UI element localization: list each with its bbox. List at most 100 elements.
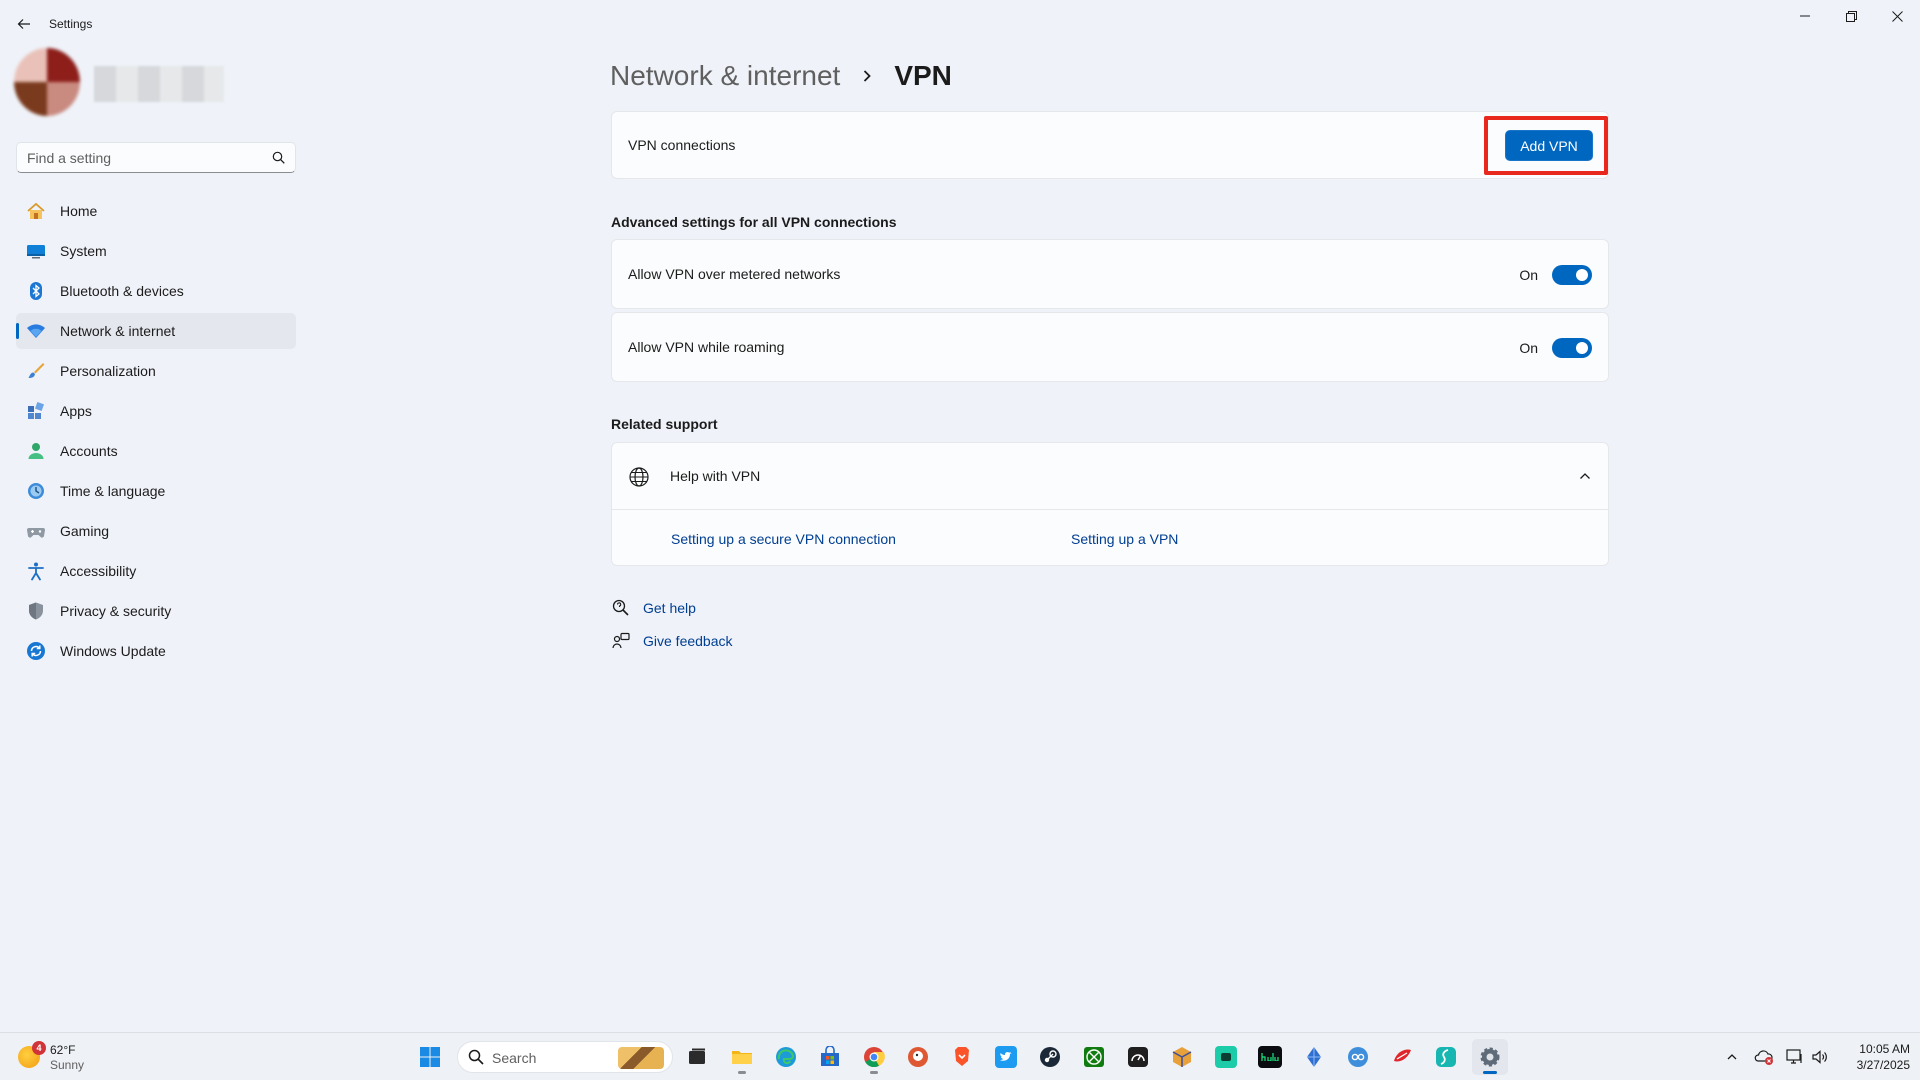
- task-view-icon: [689, 1048, 705, 1064]
- privacy-security-icon: [26, 601, 46, 621]
- give-feedback-link[interactable]: Give feedback: [611, 631, 733, 651]
- chevron-up-icon[interactable]: [1578, 469, 1592, 483]
- start-button[interactable]: [412, 1039, 448, 1075]
- roaming-toggle-group: On: [1519, 338, 1592, 358]
- taskbar-clock[interactable]: 10:05 AM 3/27/2025: [1838, 1041, 1910, 1073]
- sidebar-item-accessibility[interactable]: Accessibility: [16, 553, 296, 589]
- sidebar-item-label: Accounts: [60, 443, 118, 459]
- metered-networks-row: Allow VPN over metered networks On: [611, 239, 1609, 309]
- store-icon: [821, 1046, 839, 1066]
- brave-icon: [955, 1047, 969, 1066]
- sidebar-item-privacy-security[interactable]: Privacy & security: [16, 593, 296, 629]
- page-title: VPN: [894, 60, 952, 91]
- sidebar-item-label: Privacy & security: [60, 603, 172, 619]
- folder-icon: [732, 1051, 752, 1064]
- tray-network[interactable]: [1783, 1045, 1807, 1069]
- sidebar-item-network-internet[interactable]: Network & internet: [16, 313, 296, 349]
- taskbar-speedometer-app[interactable]: [1120, 1039, 1156, 1075]
- taskbar-surfshark[interactable]: [1428, 1039, 1464, 1075]
- toggle-knob: [1576, 269, 1588, 281]
- sidebar-item-label: Gaming: [60, 523, 110, 539]
- link-setting-up-vpn[interactable]: Setting up a VPN: [1071, 531, 1178, 547]
- sidebar-item-accounts[interactable]: Accounts: [16, 433, 296, 469]
- back-arrow-icon: [17, 19, 30, 29]
- taskbar-red-app[interactable]: [1384, 1039, 1420, 1075]
- sidebar-item-gaming[interactable]: Gaming: [16, 513, 296, 549]
- taskbar-store[interactable]: [812, 1039, 848, 1075]
- metered-toggle-state: On: [1519, 267, 1538, 283]
- sidebar-item-bluetooth-devices[interactable]: Bluetooth & devices: [16, 273, 296, 309]
- back-button[interactable]: [12, 12, 36, 36]
- settings-search[interactable]: [16, 142, 296, 173]
- minimize-icon: [1800, 15, 1810, 17]
- system-icon: [26, 241, 46, 261]
- sidebar-item-system[interactable]: System: [16, 233, 296, 269]
- sidebar-item-label: Accessibility: [60, 563, 137, 579]
- red-app-icon: [1394, 1049, 1411, 1062]
- get-help-icon: [611, 598, 631, 618]
- taskbar-chrome[interactable]: [856, 1039, 892, 1075]
- taskbar-cube-app[interactable]: [1164, 1039, 1200, 1075]
- breadcrumb: Network & internet VPN: [610, 56, 952, 96]
- add-vpn-button[interactable]: Add VPN: [1505, 130, 1593, 161]
- taskbar-diamond-app[interactable]: [1296, 1039, 1332, 1075]
- search-input[interactable]: [27, 148, 257, 168]
- taskbar-brave[interactable]: [944, 1039, 980, 1075]
- sidebar-item-time-language[interactable]: Time & language: [16, 473, 296, 509]
- speedometer-icon: [1128, 1047, 1148, 1067]
- give-feedback-label: Give feedback: [643, 633, 733, 649]
- chrome-icon: [864, 1047, 885, 1068]
- sidebar-item-personalization[interactable]: Personalization: [16, 353, 296, 389]
- taskbar-hulu[interactable]: [1252, 1039, 1288, 1075]
- tray-cloud-status[interactable]: [1752, 1045, 1776, 1069]
- cloud-alert-icon: [1754, 1050, 1773, 1065]
- taskbar-duckduckgo[interactable]: [900, 1039, 936, 1075]
- taskbar-green-app[interactable]: [1208, 1039, 1244, 1075]
- speaker-icon: [1812, 1050, 1827, 1064]
- title-bar: Settings: [0, 0, 1920, 48]
- restore-button[interactable]: [1828, 0, 1874, 32]
- sidebar-item-home[interactable]: Home: [16, 193, 296, 229]
- xbox-icon: [1084, 1047, 1104, 1067]
- weather-condition: Sunny: [50, 1058, 85, 1072]
- tray-volume[interactable]: [1808, 1045, 1832, 1069]
- get-help-label: Get help: [643, 600, 696, 616]
- taskbar-qbittorrent[interactable]: [1340, 1039, 1376, 1075]
- windows-logo-icon: [420, 1047, 440, 1067]
- close-icon: [1891, 10, 1903, 22]
- sidebar-nav: Home System Bluetooth & devices Network …: [16, 193, 296, 673]
- roaming-toggle[interactable]: [1552, 338, 1592, 358]
- surfshark-icon: [1436, 1047, 1456, 1067]
- windows-update-icon: [26, 641, 46, 661]
- close-button[interactable]: [1874, 0, 1920, 32]
- accounts-icon: [26, 441, 46, 461]
- vpn-connections-label: VPN connections: [628, 137, 736, 153]
- weather-widget[interactable]: 4 62°F Sunny: [18, 1041, 128, 1073]
- sidebar-item-apps[interactable]: Apps: [16, 393, 296, 429]
- diamond-icon: [1307, 1047, 1321, 1067]
- user-profile[interactable]: [14, 48, 226, 116]
- accessibility-icon: [26, 561, 46, 581]
- minimize-button[interactable]: [1782, 0, 1828, 32]
- taskbar-search[interactable]: Search: [457, 1041, 673, 1073]
- task-view-button[interactable]: [679, 1039, 715, 1075]
- taskbar-file-explorer[interactable]: [724, 1039, 760, 1075]
- metered-toggle[interactable]: [1552, 265, 1592, 285]
- cube-icon: [1172, 1047, 1192, 1067]
- link-secure-vpn-connection[interactable]: Setting up a secure VPN connection: [671, 531, 896, 547]
- breadcrumb-parent[interactable]: Network & internet: [610, 60, 840, 92]
- taskbar-twitter[interactable]: [988, 1039, 1024, 1075]
- sidebar-item-label: System: [60, 243, 107, 259]
- taskbar-xbox[interactable]: [1076, 1039, 1112, 1075]
- taskbar-settings[interactable]: [1472, 1039, 1508, 1075]
- taskbar-edge[interactable]: [768, 1039, 804, 1075]
- get-help-link[interactable]: Get help: [611, 598, 696, 618]
- help-with-vpn-header[interactable]: Help with VPN: [612, 443, 1608, 510]
- duckduckgo-icon: [908, 1047, 928, 1067]
- profile-name-blurred: [94, 66, 224, 102]
- vpn-connections-card: VPN connections: [611, 111, 1609, 179]
- taskbar-steam[interactable]: [1032, 1039, 1068, 1075]
- sidebar-item-windows-update[interactable]: Windows Update: [16, 633, 296, 669]
- tray-overflow-button[interactable]: [1720, 1045, 1744, 1069]
- search-icon: [272, 151, 285, 164]
